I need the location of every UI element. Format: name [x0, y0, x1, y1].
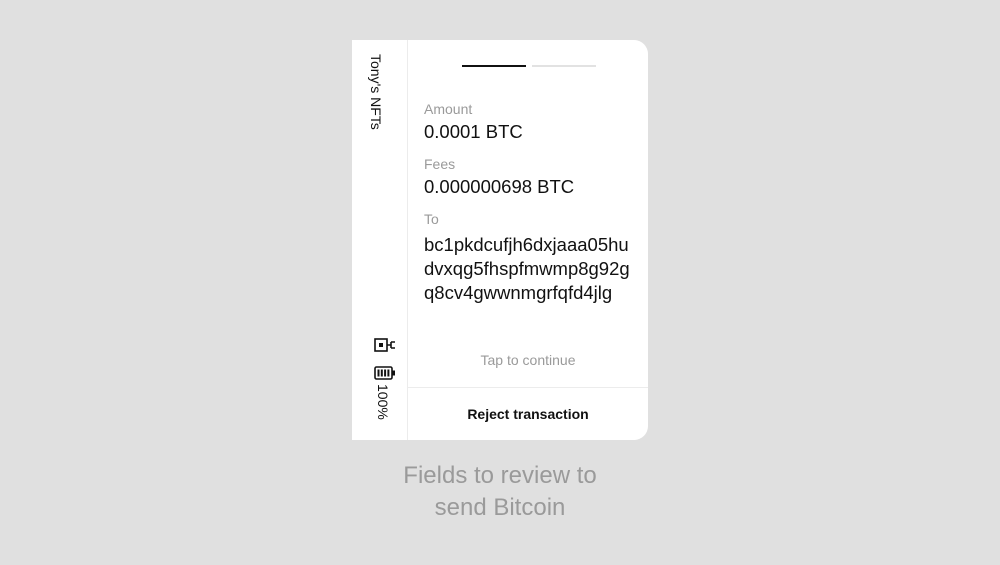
stage: Tony's NFTs 100% Amount 0.0001 BTC Fees … [0, 0, 1000, 565]
page-indicator-step-1 [462, 65, 526, 67]
recipient-label: To [424, 211, 439, 227]
battery-full-icon [374, 366, 395, 380]
recipient-address: bc1pkdcufjh6dxjaaa05hudvxqg5fhspfmwmp8g9… [424, 234, 630, 303]
fees-value: 0.000000698 BTC [424, 176, 575, 197]
device-status-strip: Tony's NFTs 100% [352, 40, 408, 440]
review-panel: Amount 0.0001 BTC Fees 0.000000698 BTC T… [408, 40, 648, 440]
page-indicator-step-2 [532, 65, 596, 67]
tap-to-continue-hint[interactable]: Tap to continue [408, 352, 648, 368]
caption: Fields to review to send Bitcoin [403, 462, 597, 521]
reject-transaction-button[interactable]: Reject transaction [408, 388, 648, 440]
fees-label: Fees [424, 156, 456, 172]
device-name: Tony's NFTs [368, 54, 384, 130]
usb-connection-icon [374, 338, 395, 352]
hardware-wallet-screen: Tony's NFTs 100% Amount 0.0001 BTC Fees … [352, 40, 648, 440]
amount-value: 0.0001 BTC [424, 121, 523, 142]
transaction-fields: Amount 0.0001 BTC Fees 0.000000698 BTC T… [424, 100, 646, 316]
amount-label: Amount [424, 101, 473, 117]
page-indicator [462, 65, 596, 67]
battery-percentage: 100% [375, 384, 391, 420]
